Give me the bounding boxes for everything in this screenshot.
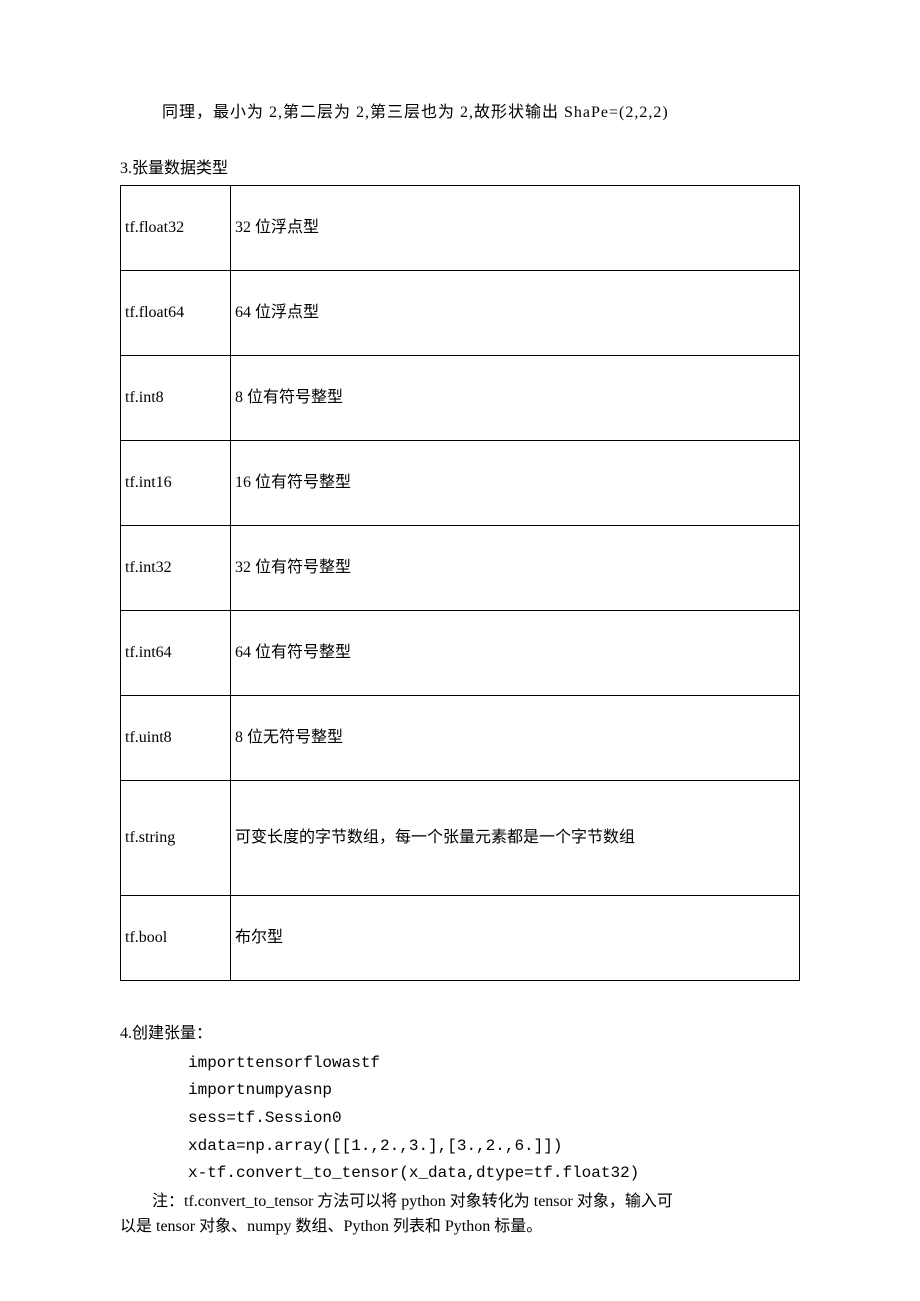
intro-text: 同理，最小为 2,第二层为 2,第三层也为 2,故形状输出 ShaPe=(2,2… <box>162 100 800 126</box>
dtype-desc: 32 位浮点型 <box>231 186 800 271</box>
code-line: importtensorflowastf <box>188 1051 800 1077</box>
table-row: tf.uint8 8 位无符号整型 <box>121 696 800 781</box>
dtype-desc: 32 位有符号整型 <box>231 526 800 611</box>
table-row: tf.bool 布尔型 <box>121 896 800 981</box>
table-row: tf.int64 64 位有符号整型 <box>121 611 800 696</box>
code-line: x-tf.convert_to_tensor(x_data,dtype=tf.f… <box>188 1161 800 1187</box>
table-row: tf.int32 32 位有符号整型 <box>121 526 800 611</box>
dtype-name: tf.float32 <box>121 186 231 271</box>
table-row: tf.string 可变长度的字节数组，每一个张量元素都是一个字节数组 <box>121 781 800 896</box>
dtype-name: tf.int32 <box>121 526 231 611</box>
code-line: sess=tf.Session0 <box>188 1106 800 1132</box>
table-row: tf.int16 16 位有符号整型 <box>121 441 800 526</box>
dtype-desc: 8 位有符号整型 <box>231 356 800 441</box>
dtype-name: tf.uint8 <box>121 696 231 781</box>
dtype-table: tf.float32 32 位浮点型 tf.float64 64 位浮点型 tf… <box>120 185 800 981</box>
section4-title: 4.创建张量： <box>120 1021 800 1047</box>
dtype-name: tf.string <box>121 781 231 896</box>
code-line: importnumpyasnp <box>188 1078 800 1104</box>
document-page: 同理，最小为 2,第二层为 2,第三层也为 2,故形状输出 ShaPe=(2,2… <box>0 0 920 1301</box>
dtype-name: tf.int8 <box>121 356 231 441</box>
table-row: tf.float64 64 位浮点型 <box>121 271 800 356</box>
dtype-desc: 布尔型 <box>231 896 800 981</box>
code-line: xdata=np.array([[1.,2.,3.],[3.,2.,6.]]) <box>188 1134 800 1160</box>
dtype-name: tf.int64 <box>121 611 231 696</box>
section3-title: 3.张量数据类型 <box>120 156 800 182</box>
table-row: tf.float32 32 位浮点型 <box>121 186 800 271</box>
dtype-desc: 8 位无符号整型 <box>231 696 800 781</box>
dtype-desc: 64 位有符号整型 <box>231 611 800 696</box>
dtype-desc: 16 位有符号整型 <box>231 441 800 526</box>
dtype-name: tf.int16 <box>121 441 231 526</box>
table-row: tf.int8 8 位有符号整型 <box>121 356 800 441</box>
dtype-desc: 64 位浮点型 <box>231 271 800 356</box>
dtype-name: tf.bool <box>121 896 231 981</box>
dtype-name: tf.float64 <box>121 271 231 356</box>
note-text: 以是 tensor 对象、numpy 数组、Python 列表和 Python … <box>120 1214 800 1240</box>
dtype-desc: 可变长度的字节数组，每一个张量元素都是一个字节数组 <box>231 781 800 896</box>
note-text: 注：tf.convert_to_tensor 方法可以将 python 对象转化… <box>120 1189 800 1215</box>
